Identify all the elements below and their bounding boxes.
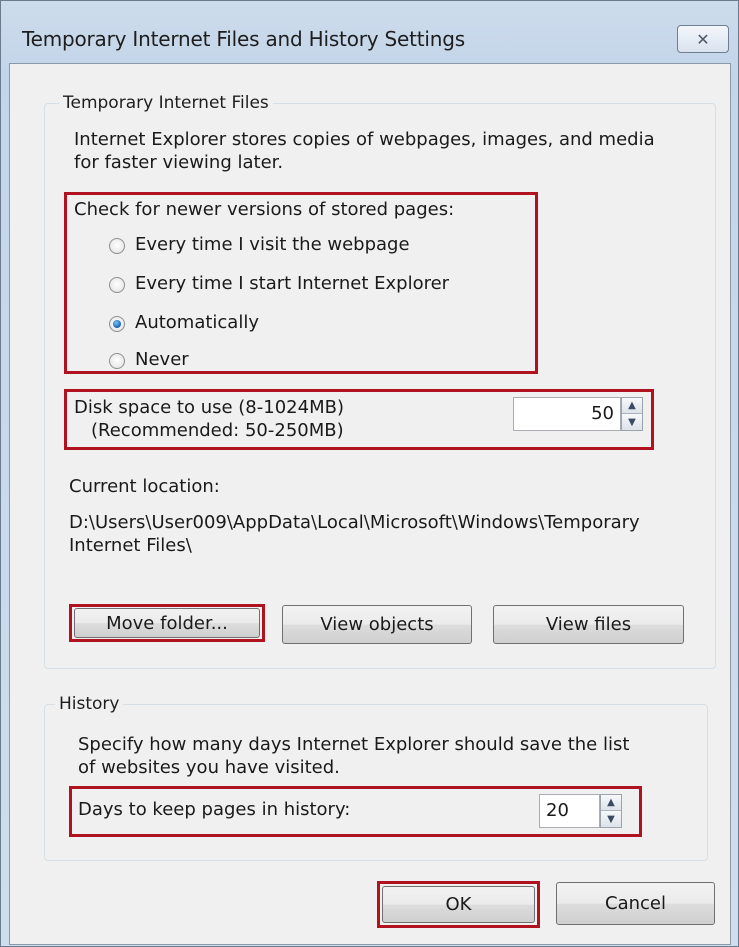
chevron-down-icon[interactable]: ▼ [601,811,621,827]
disk-space-value: 50 [591,403,614,424]
view-files-button-label: View files [545,614,632,635]
view-files-button[interactable]: View files [493,605,684,644]
ok-button-label: OK [445,894,472,915]
days-history-input[interactable]: 20 [539,794,600,828]
close-icon: ✕ [696,29,710,49]
current-location-path-line1: D:\Users\User009\AppData\Local\Microsoft… [69,512,640,533]
temp-files-group [44,103,716,669]
radio-never[interactable] [109,353,125,369]
view-objects-button[interactable]: View objects [282,605,472,644]
dialog-window: Temporary Internet Files and History Set… [0,0,739,947]
cancel-button[interactable]: Cancel [556,882,715,925]
radio-never-label[interactable]: Never [135,349,189,370]
history-description-line1: Specify how many days Internet Explorer … [78,734,630,755]
days-history-stepper[interactable]: ▲ ▼ [600,794,622,828]
ok-button[interactable]: OK [382,886,535,923]
temp-files-description-line1: Internet Explorer stores copies of webpa… [74,129,655,150]
chevron-up-icon[interactable]: ▲ [622,398,642,414]
radio-selected-dot [113,320,121,328]
current-location-path-line2: Internet Files\ [69,535,192,556]
history-group [44,704,708,861]
radio-automatically[interactable] [109,316,125,332]
days-history-label: Days to keep pages in history: [78,799,351,820]
disk-space-stepper[interactable]: ▲ ▼ [621,397,643,431]
move-folder-button[interactable]: Move folder... [74,608,260,638]
window-title: Temporary Internet Files and History Set… [22,27,465,51]
radio-every-start-label[interactable]: Every time I start Internet Explorer [135,273,449,294]
temp-files-group-label: Temporary Internet Files [59,93,273,113]
radio-every-visit-label[interactable]: Every time I visit the webpage [135,234,410,255]
move-folder-button-label: Move folder... [106,612,228,634]
view-objects-button-label: View objects [320,614,434,635]
chevron-down-icon[interactable]: ▼ [622,414,642,430]
history-group-label: History [55,694,124,714]
chevron-up-icon[interactable]: ▲ [601,795,621,811]
check-newer-label: Check for newer versions of stored pages… [74,199,455,220]
radio-every-start[interactable] [109,277,125,293]
radio-automatically-label[interactable]: Automatically [135,312,259,333]
dialog-client-area: Temporary Internet Files Internet Explor… [9,63,731,945]
title-bar[interactable]: Temporary Internet Files and History Set… [1,1,738,53]
temp-files-description-line2: for faster viewing later. [74,152,284,173]
history-description-line2: of websites you have visited. [78,757,340,778]
current-location-label: Current location: [69,476,220,497]
cancel-button-label: Cancel [605,893,666,914]
close-button[interactable]: ✕ [677,25,729,53]
disk-space-recommended: (Recommended: 50-250MB) [91,420,344,441]
disk-space-input[interactable]: 50 [513,397,621,431]
radio-every-visit[interactable] [109,238,125,254]
days-history-value: 20 [546,800,569,821]
disk-space-label: Disk space to use (8-1024MB) [74,397,344,418]
